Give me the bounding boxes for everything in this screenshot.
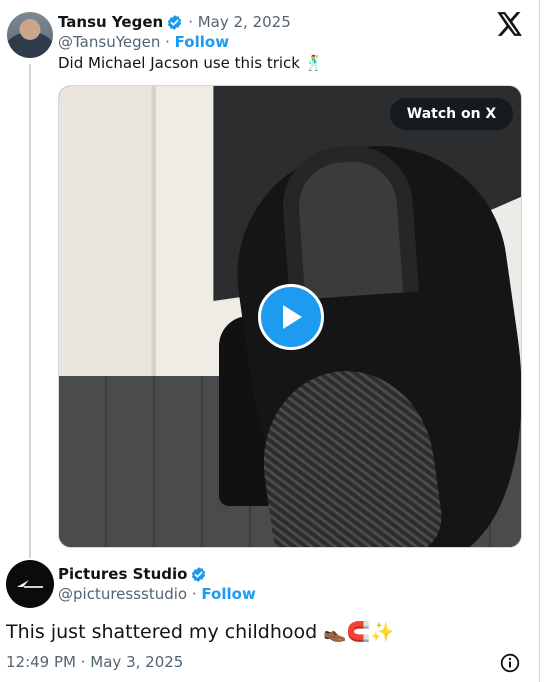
- avatar[interactable]: [7, 12, 53, 58]
- author-handle[interactable]: @TansuYegen: [58, 33, 160, 51]
- thread-line: [29, 64, 31, 558]
- author-name[interactable]: Tansu Yegen: [58, 13, 163, 31]
- quoted-tweet-header: Tansu Yegen · May 2, 2025: [58, 11, 291, 33]
- tweet-timestamp[interactable]: 12:49 PM · May 3, 2025: [6, 653, 183, 671]
- separator: ·: [187, 585, 202, 603]
- tweet-card: Tansu Yegen · May 2, 2025 @TansuYegen · …: [0, 0, 540, 682]
- watch-on-x-button[interactable]: Watch on X: [390, 98, 513, 130]
- avatar[interactable]: [6, 560, 54, 608]
- tweet-text: Did Michael Jacson use this trick 🕺: [58, 54, 324, 72]
- video-frame-heel: [278, 141, 420, 301]
- play-icon: [283, 305, 302, 329]
- verified-badge-icon: [168, 14, 182, 30]
- follow-button[interactable]: Follow: [201, 585, 255, 603]
- follow-button[interactable]: Follow: [175, 33, 229, 51]
- tweet-date[interactable]: · May 2, 2025: [188, 13, 291, 31]
- main-tweet-header: Pictures Studio: [58, 563, 207, 585]
- x-logo-icon[interactable]: [497, 12, 523, 36]
- tweet-text: This just shattered my childhood 👞🧲✨: [6, 621, 395, 643]
- info-icon[interactable]: [500, 653, 520, 673]
- separator: ·: [160, 33, 175, 51]
- verified-badge-icon: [192, 566, 206, 582]
- pictures-studio-logo-icon: [17, 580, 43, 588]
- author-name[interactable]: Pictures Studio: [58, 565, 187, 583]
- author-handle[interactable]: @picturessstudio: [58, 585, 187, 603]
- handle-row: @picturessstudio · Follow: [58, 585, 256, 603]
- handle-row: @TansuYegen · Follow: [58, 33, 229, 51]
- play-button[interactable]: [258, 284, 324, 350]
